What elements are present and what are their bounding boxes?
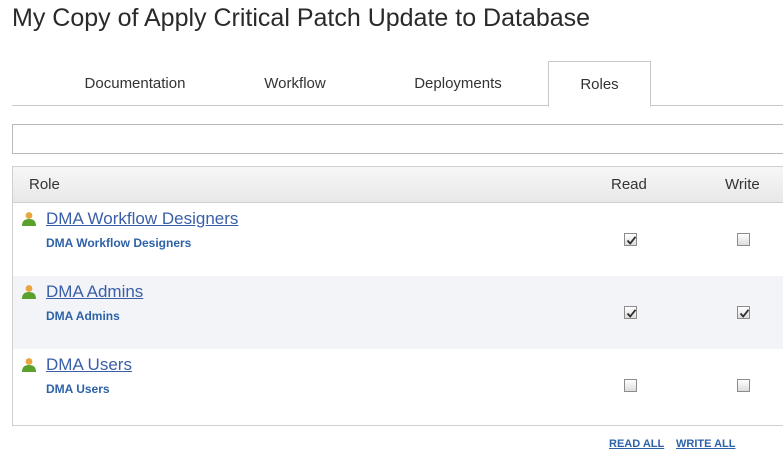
role-link[interactable]: DMA Users (46, 355, 132, 375)
table-row: DMA Admins DMA Admins (13, 276, 783, 349)
checkmark-icon (739, 309, 750, 318)
grid-header: Role Read Write (13, 167, 783, 203)
user-group-icon (22, 358, 36, 372)
read-checkbox[interactable] (624, 379, 637, 392)
user-group-icon (22, 285, 36, 299)
tab-documentation[interactable]: Documentation (54, 61, 216, 106)
roles-grid: Role Read Write DMA Workflow Designers D… (12, 166, 783, 426)
role-link[interactable]: DMA Workflow Designers (46, 209, 238, 229)
table-row: DMA Users DMA Users (13, 349, 783, 422)
checkmark-icon (626, 309, 637, 318)
write-checkbox[interactable] (737, 379, 750, 392)
role-description: DMA Users (46, 382, 110, 396)
role-description: DMA Admins (46, 309, 120, 323)
user-group-icon (22, 212, 36, 226)
column-header-read[interactable]: Read (611, 167, 647, 203)
tab-deployments[interactable]: Deployments (378, 61, 538, 106)
role-description: DMA Workflow Designers (46, 236, 192, 250)
tab-workflow[interactable]: Workflow (240, 61, 350, 106)
column-header-write[interactable]: Write (725, 167, 760, 203)
write-all-link[interactable]: WRITE ALL (676, 438, 735, 450)
read-checkbox[interactable] (624, 306, 637, 319)
checkmark-icon (626, 236, 637, 245)
tab-roles[interactable]: Roles (548, 61, 651, 107)
write-checkbox[interactable] (737, 233, 750, 246)
write-checkbox[interactable] (737, 306, 750, 319)
read-checkbox[interactable] (624, 233, 637, 246)
role-link[interactable]: DMA Admins (46, 282, 143, 302)
page-title: My Copy of Apply Critical Patch Update t… (12, 4, 591, 32)
column-header-role[interactable]: Role (29, 167, 60, 203)
tab-bar: Documentation Workflow Deployments Roles (12, 61, 783, 107)
filter-input[interactable] (12, 124, 783, 154)
table-row: DMA Workflow Designers DMA Workflow Desi… (13, 203, 783, 276)
read-all-link[interactable]: READ ALL (609, 438, 664, 450)
